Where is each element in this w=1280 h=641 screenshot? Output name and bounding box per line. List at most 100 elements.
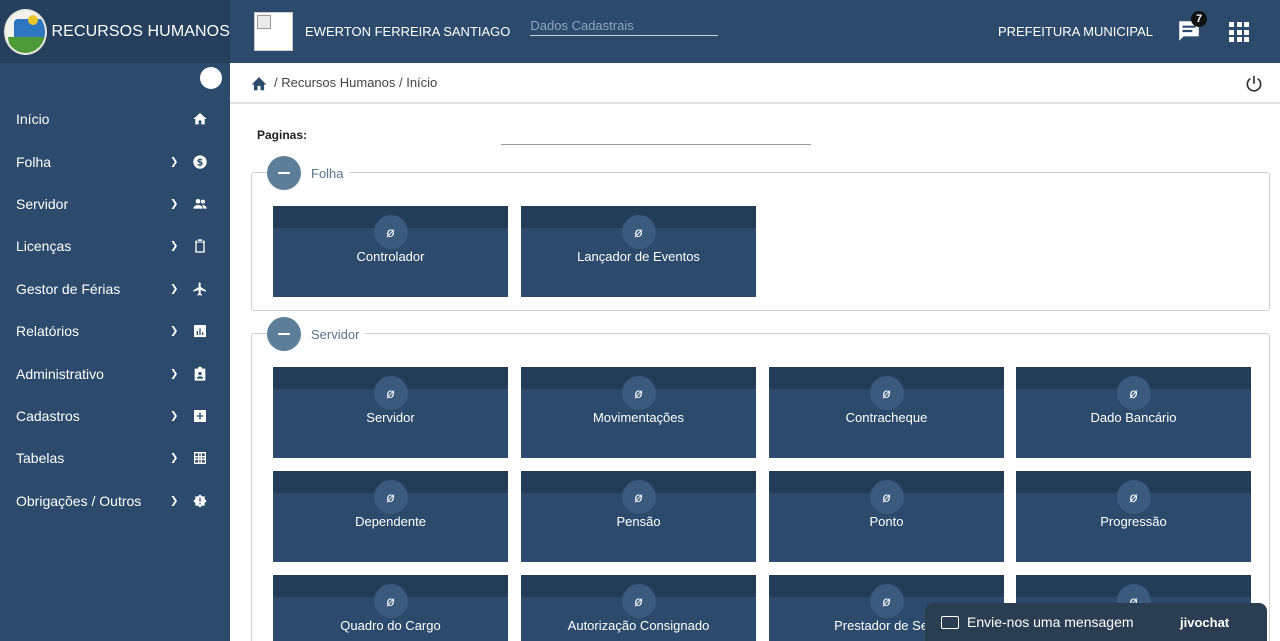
sidebar-item-administrativo[interactable]: Administrativo ❯ [0, 352, 230, 394]
apps-icon[interactable] [1229, 22, 1249, 42]
section-servidor: Servidor ø Servidor ø Movimentações ø Co… [251, 317, 1270, 641]
card-label: Controlador [356, 249, 425, 264]
section-title: Folha [311, 165, 344, 181]
chat-widget-label: Envie-nos uma mensagem [967, 614, 1134, 630]
chart-icon [191, 322, 209, 340]
paginas-label: Paginas: [257, 128, 308, 142]
sidebar-item-cadastros[interactable]: Cadastros ❯ [0, 395, 230, 437]
notification-badge: 7 [1191, 11, 1207, 27]
minus-icon [278, 333, 290, 335]
card-label: Lançador de Eventos [577, 249, 700, 264]
page-card[interactable]: ø Pensão [521, 471, 756, 562]
page-card[interactable]: ø Contracheque [769, 367, 1004, 458]
sidebar-item-tabelas[interactable]: Tabelas ❯ [0, 437, 230, 479]
link-icon: ø [373, 584, 408, 618]
org-name: PREFEITURA MUNICIPAL [997, 24, 1153, 39]
link-icon: ø [621, 215, 656, 249]
link-icon: ø [869, 376, 904, 410]
section-folha: Folha ø Controlador ø Lançador de Evento… [251, 156, 1270, 311]
sidebar-item-inicio[interactable]: Início [0, 98, 230, 140]
page-card[interactable]: ø Quadro do Cargo [273, 575, 508, 641]
power-icon[interactable] [1244, 74, 1264, 94]
card-label: Dependente [355, 514, 426, 529]
chevron-down-icon: ❯ [170, 368, 179, 380]
section-legend: Servidor [267, 317, 366, 351]
sidebar-menu: Início Folha ❯ $ Servidor ❯ Licenças ❯ G… [0, 98, 230, 522]
alert-icon [191, 492, 209, 510]
link-icon: ø [1116, 480, 1151, 514]
home-icon[interactable] [250, 75, 268, 91]
page-card[interactable]: ø Servidor [273, 367, 508, 458]
airplane-icon [191, 280, 209, 298]
card-label: Contracheque [845, 410, 928, 425]
brand[interactable]: RECURSOS HUMANOS [0, 0, 230, 63]
link-icon: ø [869, 480, 904, 514]
page-card[interactable]: ø Lançador de Eventos [521, 206, 756, 297]
sidebar-toggle[interactable] [200, 67, 222, 89]
link-icon: ø [621, 480, 656, 514]
sidebar: RECURSOS HUMANOS Início Folha ❯ $ Servid… [0, 0, 230, 641]
chevron-down-icon: ❯ [170, 283, 179, 295]
sidebar-item-relatorios[interactable]: Relatórios ❯ [0, 310, 230, 352]
page-card[interactable]: ø Progressão [1016, 471, 1251, 562]
collapse-button[interactable] [267, 156, 301, 190]
page-card[interactable]: ø Controlador [273, 206, 508, 297]
sidebar-item-servidor[interactable]: Servidor ❯ [0, 183, 230, 225]
page-card[interactable]: ø Movimentações [521, 367, 756, 458]
card-label: Servidor [366, 410, 415, 425]
sidebar-item-licencas[interactable]: Licenças ❯ [0, 225, 230, 267]
link-icon: ø [373, 215, 408, 249]
plus-box-icon [191, 407, 209, 425]
page-card[interactable]: ø Dependente [273, 471, 508, 562]
section-title: Servidor [311, 326, 360, 342]
badge-icon [191, 365, 209, 383]
chevron-down-icon: ❯ [170, 325, 179, 337]
card-label: Progressão [1100, 514, 1167, 529]
svg-text:$: $ [197, 157, 204, 168]
topbar: EWERTON FERREIRA SANTIAGO Dados Cadastra… [230, 0, 1280, 63]
card-label: Pensão [616, 514, 661, 529]
main-content: Paginas: Folha ø Controlador ø Lançador … [230, 104, 1280, 641]
breadcrumb: / Recursos Humanos / Início [230, 63, 1280, 104]
link-icon: ø [621, 376, 656, 410]
card-label: Quadro do Cargo [340, 618, 441, 633]
chevron-down-icon: ❯ [170, 240, 179, 252]
chevron-down-icon: ❯ [170, 410, 179, 422]
chevron-down-icon: ❯ [170, 156, 179, 168]
card-label: Dado Bancário [1090, 410, 1177, 425]
collapse-button[interactable] [267, 317, 301, 351]
page-card[interactable]: ø Dado Bancário [1016, 367, 1251, 458]
chevron-down-icon: ❯ [170, 198, 179, 210]
dados-cadastrais-field[interactable]: Dados Cadastrais [530, 18, 719, 36]
chevron-down-icon: ❯ [170, 452, 179, 464]
clipboard-icon [191, 237, 209, 255]
section-legend: Folha [267, 156, 350, 190]
link-icon: ø [869, 584, 904, 618]
page-card[interactable]: ø Ponto [769, 471, 1004, 562]
sidebar-item-obrigacoes[interactable]: Obrigações / Outros ❯ [0, 480, 230, 522]
envelope-icon [941, 615, 959, 629]
card-label: Autorização Consignado [567, 618, 710, 633]
paginas-field[interactable] [501, 144, 811, 145]
sidebar-item-gestor-ferias[interactable]: Gestor de Férias ❯ [0, 268, 230, 310]
minus-icon [278, 172, 290, 174]
link-icon: ø [373, 376, 408, 410]
link-icon: ø [373, 480, 408, 514]
page-card[interactable]: ø Autorização Consignado [521, 575, 756, 641]
chat-widget-brand: jivochat [1180, 614, 1230, 630]
people-icon [191, 195, 209, 213]
chat-widget[interactable]: Envie-nos uma mensagem jivochat [925, 603, 1267, 641]
logo [4, 8, 48, 55]
grid-icon [191, 449, 209, 467]
sidebar-toggle-row [0, 63, 230, 97]
breadcrumb-text: / Recursos Humanos / Início [274, 75, 438, 90]
avatar[interactable] [254, 12, 293, 51]
card-label: Movimentações [592, 410, 685, 425]
chevron-down-icon: ❯ [170, 495, 179, 507]
user-name: EWERTON FERREIRA SANTIAGO [305, 24, 511, 39]
link-icon: ø [1116, 376, 1151, 410]
sidebar-item-folha[interactable]: Folha ❯ $ [0, 140, 230, 182]
home-icon [191, 110, 209, 128]
dollar-icon: $ [191, 153, 209, 171]
card-label: Ponto [869, 514, 904, 529]
